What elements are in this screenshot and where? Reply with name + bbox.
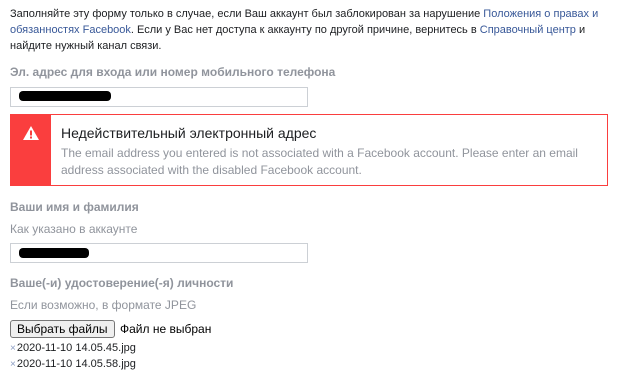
remove-attachment-icon[interactable]: × [10,343,16,354]
attachment-name: 2020-11-10 14.05.45.jpg [16,342,136,354]
error-icon-bar [11,115,51,185]
redacted-email [19,91,111,101]
intro-text: Заполняйте эту форму только в случае, ес… [10,6,612,54]
error-message: The email address you entered is not ass… [61,146,578,177]
choose-files-button[interactable]: Выбрать файлы [10,320,115,338]
help-center-link[interactable]: Справочный центр [480,24,576,36]
warning-icon [23,126,39,140]
id-field-label: Ваше(-и) удостоверение(-я) личности [10,276,234,290]
file-status-text: Файл не выбран [120,322,212,336]
name-input[interactable] [10,243,308,263]
email-input[interactable] [10,87,308,107]
attachment-name: 2020-11-10 14.05.58.jpg [16,358,136,370]
name-field-hint: Как указано в аккаунте [10,222,138,236]
id-field-hint: Если возможно, в формате JPEG [10,298,197,312]
intro-text-part1: Заполняйте эту форму только в случае, ес… [10,8,484,20]
error-title: Недействительный электронный адрес [61,125,317,141]
attachment-item: ×2020-11-10 14.05.45.jpg [10,342,136,354]
intro-text-part2: . Если у Вас нет доступа к аккаунту по д… [130,24,480,36]
name-field-label: Ваши имя и фамилия [10,200,139,214]
error-alert: Недействительный электронный адрес The e… [10,114,608,186]
email-field-label: Эл. адрес для входа или номер мобильного… [10,65,336,79]
attachment-item: ×2020-11-10 14.05.58.jpg [10,358,136,370]
redacted-name [19,248,89,258]
remove-attachment-icon[interactable]: × [10,359,16,370]
